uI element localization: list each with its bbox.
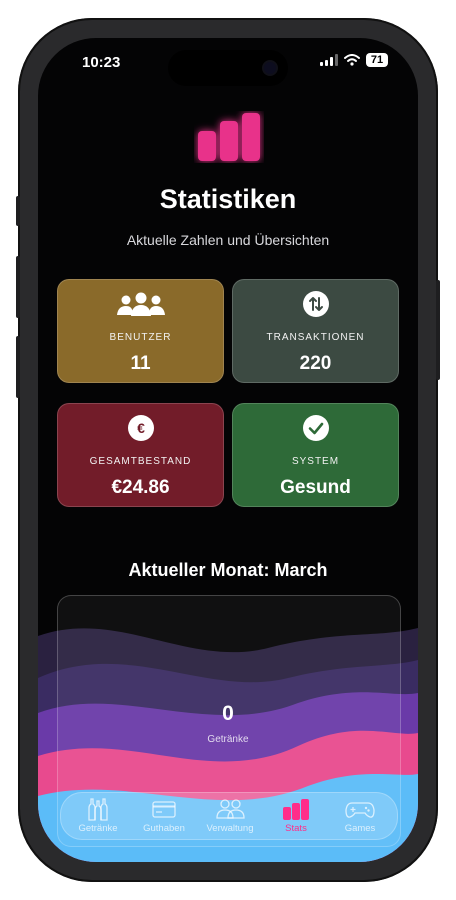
silent-switch <box>16 196 20 226</box>
stat-card-users[interactable]: BENUTZER 11 <box>57 279 224 383</box>
svg-text:€: € <box>137 420 145 436</box>
tab-label: Stats <box>285 823 307 834</box>
bar-chart-icon <box>283 799 309 820</box>
status-time: 10:23 <box>82 54 121 71</box>
tab-label: Games <box>344 823 376 834</box>
tab-label: Getränke <box>78 823 118 834</box>
stat-label: GESAMTBESTAND <box>89 456 192 467</box>
drinks-count-label: Getränke <box>207 734 249 745</box>
power-button <box>436 280 440 380</box>
stat-value: Gesund <box>280 477 351 498</box>
page-title: Statistiken <box>159 184 297 214</box>
users-icon <box>116 292 165 316</box>
tab-drinks[interactable]: Getränke <box>65 797 131 837</box>
volume-up-button <box>16 256 20 318</box>
bottles-icon <box>88 798 108 821</box>
tab-label: Verwaltung <box>206 823 254 834</box>
screen: 10:23 71 Statistiken Aktuelle Zahlen und… <box>38 38 418 862</box>
tab-balance[interactable]: Guthaben <box>131 797 197 837</box>
stat-value: 220 <box>299 353 332 374</box>
status-indicators: 71 <box>320 53 388 67</box>
tab-stats[interactable]: Stats <box>263 797 329 837</box>
volume-down-button <box>16 336 20 398</box>
stat-card-system[interactable]: SYSTEM Gesund <box>232 403 399 507</box>
wifi-icon <box>344 54 360 66</box>
stat-value: 11 <box>130 353 151 374</box>
card-icon <box>152 801 176 818</box>
dynamic-island <box>168 50 288 86</box>
tab-admin[interactable]: Verwaltung <box>197 797 263 837</box>
tab-label: Guthaben <box>143 823 185 834</box>
stat-label: TRANSAKTIONEN <box>266 332 365 343</box>
arrows-up-down-icon <box>302 291 329 317</box>
drinks-count: 0 <box>222 702 234 725</box>
signal-icon <box>320 54 338 66</box>
tab-bar: Getränke Guthaben Verwaltung Stats Games <box>60 792 398 840</box>
people-icon <box>216 799 245 819</box>
tab-games[interactable]: Games <box>327 797 393 837</box>
month-title: Aktueller Monat: March <box>128 560 328 580</box>
camera-icon <box>264 62 276 74</box>
page-subtitle: Aktuelle Zahlen und Übersichten <box>126 232 330 248</box>
stat-label: BENUTZER <box>109 332 172 343</box>
bar-chart-icon <box>198 113 260 161</box>
battery-icon: 71 <box>366 53 388 67</box>
checkmark-icon <box>302 415 329 441</box>
stat-label: SYSTEM <box>291 456 340 467</box>
euro-icon: € <box>127 415 154 441</box>
gamepad-icon <box>345 802 375 818</box>
stat-value: €24.86 <box>111 477 170 498</box>
stat-card-transactions[interactable]: TRANSAKTIONEN 220 <box>232 279 399 383</box>
stat-card-total-balance[interactable]: € GESAMTBESTAND €24.86 <box>57 403 224 507</box>
